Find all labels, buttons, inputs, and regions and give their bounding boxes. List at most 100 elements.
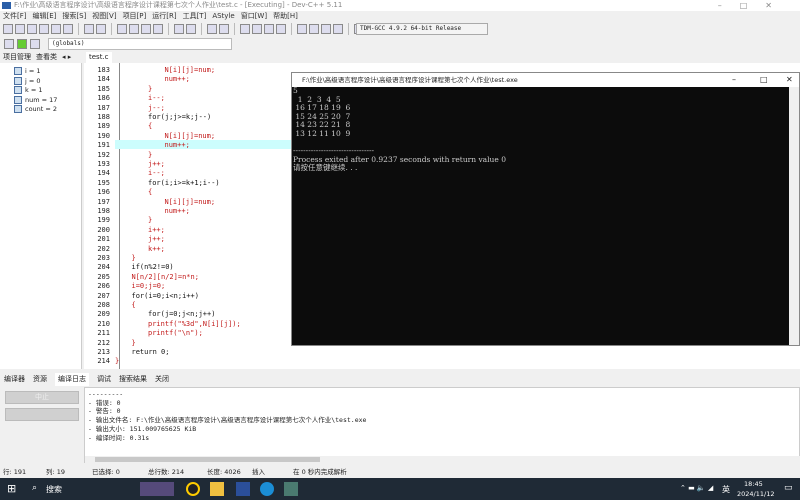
- toolbar-button-icon[interactable]: [207, 24, 217, 34]
- code-line[interactable]: }: [132, 339, 136, 347]
- code-line[interactable]: }: [132, 254, 136, 262]
- watch-variable[interactable]: num = 17: [14, 95, 57, 104]
- code-line[interactable]: }: [148, 151, 152, 159]
- toolbar-button-icon[interactable]: [96, 24, 106, 34]
- watch-variable[interactable]: j = 0: [14, 76, 41, 85]
- code-line[interactable]: N[i][j]=num;: [165, 198, 216, 206]
- code-line[interactable]: i=0;j=0;: [132, 282, 166, 290]
- code-line[interactable]: if(n%2!=0): [132, 263, 174, 271]
- app-icon[interactable]: [236, 482, 250, 496]
- watch-variable[interactable]: k = 1: [14, 86, 42, 94]
- toolbar-button-icon[interactable]: [39, 24, 49, 34]
- menu-item[interactable]: 帮助[H]: [273, 11, 298, 21]
- code-line[interactable]: printf("%3d",N[i][j]);: [148, 320, 241, 328]
- menu-item[interactable]: 运行[R]: [152, 11, 176, 21]
- panel-nav-arrows[interactable]: ◂ ▸: [62, 52, 71, 63]
- windows-start-icon[interactable]: ⊞: [7, 482, 21, 496]
- toolbar-button-icon[interactable]: [174, 24, 184, 34]
- toolbar-button-icon[interactable]: [186, 24, 196, 34]
- menu-item[interactable]: 窗口[W]: [241, 11, 267, 21]
- code-line[interactable]: N[n/2][n/2]=n*n;: [132, 273, 199, 281]
- toolbar-button-icon[interactable]: [276, 24, 286, 34]
- bottom-tab[interactable]: 搜索结果: [119, 373, 147, 386]
- toolbar-button-icon[interactable]: [309, 24, 319, 34]
- bottom-tab[interactable]: 关闭: [155, 373, 169, 386]
- code-line[interactable]: i++;: [148, 226, 165, 234]
- bookmark-icon[interactable]: [30, 39, 40, 49]
- qq-icon[interactable]: [186, 482, 200, 496]
- toolbar-button-icon[interactable]: [63, 24, 73, 34]
- code-line[interactable]: num++;: [165, 141, 190, 149]
- menu-item[interactable]: 搜索[S]: [62, 11, 86, 21]
- bottom-tab[interactable]: 编译日志: [55, 373, 89, 386]
- tab-classes[interactable]: 查看类: [36, 52, 57, 63]
- ime-indicator[interactable]: 英: [722, 484, 730, 495]
- code-line[interactable]: for(i;i>=k+1;i--): [148, 179, 220, 187]
- toolbar-button-icon[interactable]: [141, 24, 151, 34]
- toolbar-button-icon[interactable]: [321, 24, 331, 34]
- bottom-tab[interactable]: 编译器: [4, 373, 25, 386]
- toolbar-button-icon[interactable]: [240, 24, 250, 34]
- code-line[interactable]: }: [148, 216, 152, 224]
- code-line[interactable]: return 0;: [132, 348, 170, 356]
- toolbar-button-icon[interactable]: [219, 24, 229, 34]
- scope-select[interactable]: (globals): [48, 38, 232, 50]
- toolbar-button-icon[interactable]: [153, 24, 163, 34]
- file-explorer-icon[interactable]: [210, 482, 224, 496]
- toolbar-button-icon[interactable]: [51, 24, 61, 34]
- watch-variable[interactable]: count = 2: [14, 105, 57, 113]
- compiler-select[interactable]: TDM-GCC 4.9.2 64-bit Release: [356, 23, 488, 35]
- code-line[interactable]: j++;: [148, 160, 165, 168]
- menu-item[interactable]: 项目[P]: [123, 11, 147, 21]
- log-scroll-thumb[interactable]: [95, 457, 320, 462]
- toolbar-button-icon[interactable]: [264, 24, 274, 34]
- console-scrollbar[interactable]: [789, 87, 799, 345]
- code-line[interactable]: for(j;j>=k;j--): [148, 113, 211, 121]
- devcpp-taskbar-icon[interactable]: [284, 482, 298, 496]
- code-line[interactable]: {: [148, 122, 152, 130]
- tab-project[interactable]: 项目管理: [3, 52, 31, 63]
- code-line[interactable]: printf("\n");: [148, 329, 203, 337]
- watch-variable[interactable]: i = 1: [14, 67, 41, 75]
- code-line[interactable]: k++;: [148, 245, 165, 253]
- code-line[interactable]: j++;: [148, 235, 165, 243]
- menu-item[interactable]: AStyle: [212, 11, 234, 21]
- bottom-tab[interactable]: 资源: [33, 373, 47, 386]
- toolbar-button-icon[interactable]: [84, 24, 94, 34]
- code-line[interactable]: }: [148, 85, 152, 93]
- menu-item[interactable]: 视图[V]: [92, 11, 116, 21]
- unindent-icon[interactable]: [17, 39, 27, 49]
- console-window[interactable]: F:\作业\高级语言程序设计\高级语言程序设计课程第七次个人作业\test.ex…: [291, 72, 800, 346]
- menu-item[interactable]: 编辑[E]: [33, 11, 57, 21]
- code-line[interactable]: for(i=0;i<n;i++): [132, 292, 199, 300]
- maximize-button[interactable]: □: [760, 73, 768, 87]
- toolbar-button-icon[interactable]: [15, 24, 25, 34]
- code-line[interactable]: N[i][j]=num;: [165, 132, 216, 140]
- code-line[interactable]: N[i][j]=num;: [165, 66, 216, 74]
- toolbar-button-icon[interactable]: [333, 24, 343, 34]
- code-line[interactable]: j--;: [148, 104, 165, 112]
- clock-date[interactable]: 2024/11/12: [737, 490, 774, 498]
- toolbar-button-icon[interactable]: [3, 24, 13, 34]
- code-line[interactable]: i--;: [148, 169, 165, 177]
- minimize-button[interactable]: –: [732, 73, 736, 87]
- tray-icons[interactable]: ⌃ ▬ 🔈 ◢: [680, 484, 713, 492]
- code-line[interactable]: {: [132, 301, 136, 309]
- toolbar-button-icon[interactable]: [129, 24, 139, 34]
- taskbar-search[interactable]: 搜索: [46, 484, 62, 495]
- toolbar-button-icon[interactable]: [117, 24, 127, 34]
- code-line[interactable]: num++;: [165, 207, 190, 215]
- code-line[interactable]: i--;: [148, 94, 165, 102]
- clock-time[interactable]: 18:45: [744, 480, 763, 488]
- close-button[interactable]: ✕: [786, 73, 793, 87]
- toolbar-button-icon[interactable]: [27, 24, 37, 34]
- tab-test-c[interactable]: test.c: [86, 52, 112, 63]
- bottom-tab[interactable]: 调试: [97, 373, 111, 386]
- indent-icon[interactable]: [4, 39, 14, 49]
- code-line[interactable]: {: [148, 188, 152, 196]
- window-controls[interactable]: –□✕: [718, 0, 790, 11]
- toolbar-button-icon[interactable]: [297, 24, 307, 34]
- toolbar-button-icon[interactable]: [252, 24, 262, 34]
- edge-icon[interactable]: [260, 482, 274, 496]
- code-line[interactable]: num++;: [165, 75, 190, 83]
